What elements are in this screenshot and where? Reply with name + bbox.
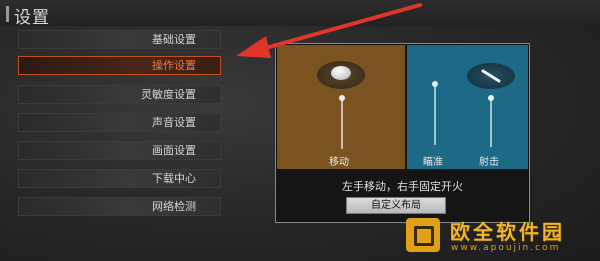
page-title: 设置 bbox=[14, 8, 50, 28]
title-bar: 设置 bbox=[0, 0, 600, 28]
title-accent bbox=[6, 6, 9, 22]
fire-track-handle bbox=[488, 95, 494, 101]
menu-item-basic[interactable]: 基础设置 bbox=[18, 30, 221, 49]
move-label: 移动 bbox=[329, 157, 349, 168]
watermark-title: 欧全软件园 bbox=[450, 220, 565, 244]
menu-item-sensitivity[interactable]: 灵敏度设置 bbox=[18, 85, 221, 104]
menu-item-controls[interactable]: 操作设置 bbox=[18, 56, 221, 75]
aim-sight-icon bbox=[467, 63, 515, 89]
site-logo-mark bbox=[414, 226, 434, 246]
site-logo-icon bbox=[406, 218, 440, 252]
move-track-handle bbox=[339, 95, 345, 101]
fire-track bbox=[490, 97, 492, 147]
joystick-dial-icon bbox=[317, 61, 365, 89]
aim-track bbox=[434, 83, 436, 145]
fire-control-preview: 瞄准 射击 bbox=[407, 45, 528, 169]
watermark-url: www.apoujin.com bbox=[451, 243, 561, 253]
move-control-preview: 移动 bbox=[277, 45, 405, 169]
control-layout-panel[interactable]: 移动 瞄准 射击 左手移动，右手固定开火 自定义布局 bbox=[275, 43, 530, 223]
menu-item-sound[interactable]: 声音设置 bbox=[18, 113, 221, 132]
layout-description: 左手移动，右手固定开火 bbox=[342, 180, 463, 193]
menu-item-downloads[interactable]: 下载中心 bbox=[18, 169, 221, 188]
menu-item-network[interactable]: 网络检测 bbox=[18, 197, 221, 216]
fire-label: 射击 bbox=[479, 157, 499, 168]
aim-label: 瞄准 bbox=[423, 157, 443, 168]
custom-layout-button[interactable]: 自定义布局 bbox=[346, 197, 446, 214]
move-track bbox=[341, 97, 343, 149]
aim-track-handle bbox=[432, 81, 438, 87]
menu-item-graphics[interactable]: 画面设置 bbox=[18, 141, 221, 160]
joystick-knob bbox=[331, 66, 351, 80]
